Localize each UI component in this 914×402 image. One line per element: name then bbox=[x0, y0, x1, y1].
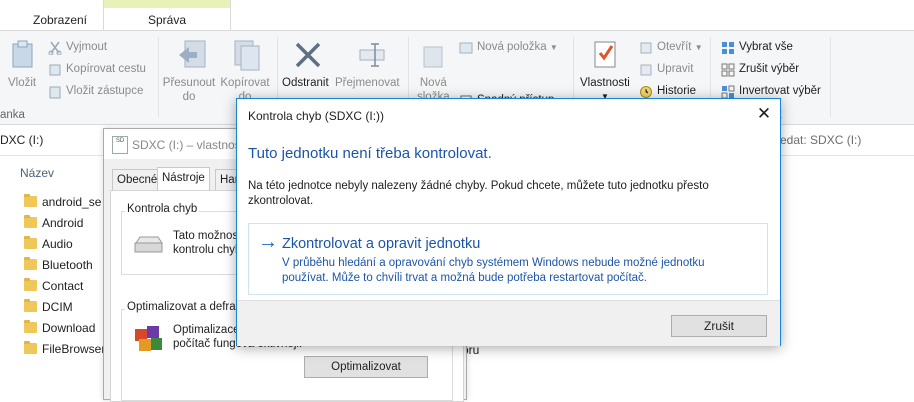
optimize-button[interactable]: Optimalizovat bbox=[304, 356, 428, 378]
list-item-label: Audio bbox=[42, 237, 73, 251]
list-item-label: Download bbox=[42, 321, 96, 335]
list-item-label: Bluetooth bbox=[42, 258, 93, 272]
new-folder-icon bbox=[422, 41, 444, 72]
cancel-button[interactable]: Zrušit bbox=[671, 315, 767, 337]
optimize-label: Optimalizovat a defrag bbox=[125, 301, 245, 313]
copy-path-button[interactable]: Kopírovat cestu bbox=[66, 63, 146, 75]
command-link-description: V průběhu hledání a opravování chyb syst… bbox=[282, 257, 705, 284]
folder-icon bbox=[24, 278, 37, 291]
select-all-icon bbox=[721, 41, 735, 58]
folder-icon bbox=[24, 215, 37, 228]
move-to-button[interactable]: Přesunout do bbox=[162, 76, 216, 104]
new-item-icon bbox=[459, 41, 473, 58]
command-link-title: Zkontrolovat a opravit jednotku bbox=[282, 236, 481, 252]
optimize-text-1: Optimalizace j bbox=[173, 324, 246, 336]
move-to-label-1: Přesunout bbox=[162, 77, 216, 89]
tab-general[interactable]: Obecné bbox=[112, 169, 163, 190]
properties-icon bbox=[593, 39, 619, 72]
list-item-label: android_se bbox=[42, 195, 102, 209]
arrow-right-icon: → bbox=[258, 231, 278, 253]
ribbon-tab-bar: Zobrazení Správa bbox=[0, 0, 914, 31]
delete-icon bbox=[294, 41, 322, 72]
error-check-label: Kontrola chyb bbox=[125, 203, 200, 215]
copy-to-icon bbox=[232, 39, 262, 74]
select-none-button[interactable]: Zrušit výběr bbox=[739, 63, 799, 75]
tab-sprava[interactable]: Správa bbox=[103, 0, 231, 30]
column-header-name[interactable]: Název bbox=[20, 166, 54, 180]
properties-title: SDXC (I:) – vlastnost bbox=[132, 138, 245, 152]
select-all-button[interactable]: Vybrat vše bbox=[739, 41, 793, 53]
folder-icon bbox=[24, 194, 37, 207]
open-label: Otevřít bbox=[657, 41, 692, 53]
dialog-title: Kontrola chyb (SDXC (I:)) bbox=[248, 109, 385, 123]
move-to-icon bbox=[177, 39, 207, 74]
select-none-icon bbox=[721, 63, 735, 80]
ribbon-separator bbox=[158, 37, 159, 117]
defrag-icon bbox=[133, 323, 165, 358]
ribbon-group-fragment-left: anka bbox=[0, 109, 25, 121]
clipboard-icon bbox=[10, 39, 36, 72]
close-icon[interactable]: ✕ bbox=[753, 104, 775, 124]
address-path: DXC (I:) bbox=[0, 133, 44, 147]
tab-sprava-label: Správa bbox=[147, 13, 187, 27]
delete-button[interactable]: Odstranit bbox=[282, 76, 329, 90]
rename-icon bbox=[358, 41, 386, 72]
dialog-heading: Tuto jednotku není třeba kontrolovat. bbox=[248, 145, 492, 162]
error-check-text-1: Tato možnost bbox=[173, 230, 242, 242]
list-item-label: Android bbox=[42, 216, 84, 230]
chevron-down-icon: ▼ bbox=[694, 43, 703, 52]
dialog-footer: Zrušit bbox=[237, 300, 780, 346]
move-to-label-2: do bbox=[182, 91, 196, 103]
history-button[interactable]: Historie bbox=[657, 85, 696, 97]
ribbon-separator bbox=[830, 37, 831, 117]
list-item-label: FileBrowser bbox=[42, 342, 106, 356]
copy-to-label-1: Kopírovat bbox=[220, 77, 270, 89]
tab-tools[interactable]: Nástroje bbox=[157, 167, 210, 191]
new-item-label: Nová položka bbox=[477, 41, 547, 53]
error-check-text-2: kontrolu chyb bbox=[173, 244, 242, 256]
cut-button[interactable]: Vyjmout bbox=[66, 41, 107, 53]
folder-icon bbox=[24, 341, 37, 354]
new-item-button[interactable]: Nová položka ▼ bbox=[477, 41, 558, 53]
edit-icon bbox=[639, 63, 653, 80]
tab-zobrazeni[interactable]: Zobrazení bbox=[20, 0, 100, 30]
copy-path-icon bbox=[48, 63, 62, 80]
paste-shortcut-button[interactable]: Vložit zástupce bbox=[66, 85, 143, 97]
properties-label: Vlastnosti bbox=[580, 77, 630, 89]
dialog-message: Na této jednotce nebyly nalezeny žádné c… bbox=[248, 180, 709, 207]
folder-icon bbox=[24, 320, 37, 333]
list-item-label: Contact bbox=[42, 279, 84, 293]
folder-icon bbox=[24, 257, 37, 270]
drive-icon bbox=[133, 235, 163, 258]
scissors-icon bbox=[48, 41, 62, 58]
folder-icon bbox=[24, 299, 37, 312]
chevron-down-icon: ▼ bbox=[549, 43, 558, 52]
paste-shortcut-icon bbox=[48, 85, 62, 102]
scan-and-repair-command-link[interactable]: → Zkontrolovat a opravit jednotku V průb… bbox=[248, 223, 768, 295]
folder-icon bbox=[24, 236, 37, 249]
paste-button[interactable]: Vložit bbox=[8, 76, 36, 90]
edit-button[interactable]: Upravit bbox=[657, 63, 693, 75]
error-check-dialog: Kontrola chyb (SDXC (I:)) ✕ Tuto jednotk… bbox=[236, 98, 781, 346]
rename-button[interactable]: Přejmenovat bbox=[335, 76, 400, 90]
list-item-label: DCIM bbox=[42, 300, 73, 314]
new-folder-label-1: Nová bbox=[419, 77, 447, 89]
open-button[interactable]: Otevřít ▼ bbox=[657, 41, 703, 53]
invert-selection-button[interactable]: Invertovat výběr bbox=[739, 85, 821, 97]
sd-card-icon: SD bbox=[112, 136, 128, 154]
search-input[interactable]: edat: SDXC (I:) bbox=[780, 133, 861, 147]
open-icon bbox=[639, 41, 653, 58]
